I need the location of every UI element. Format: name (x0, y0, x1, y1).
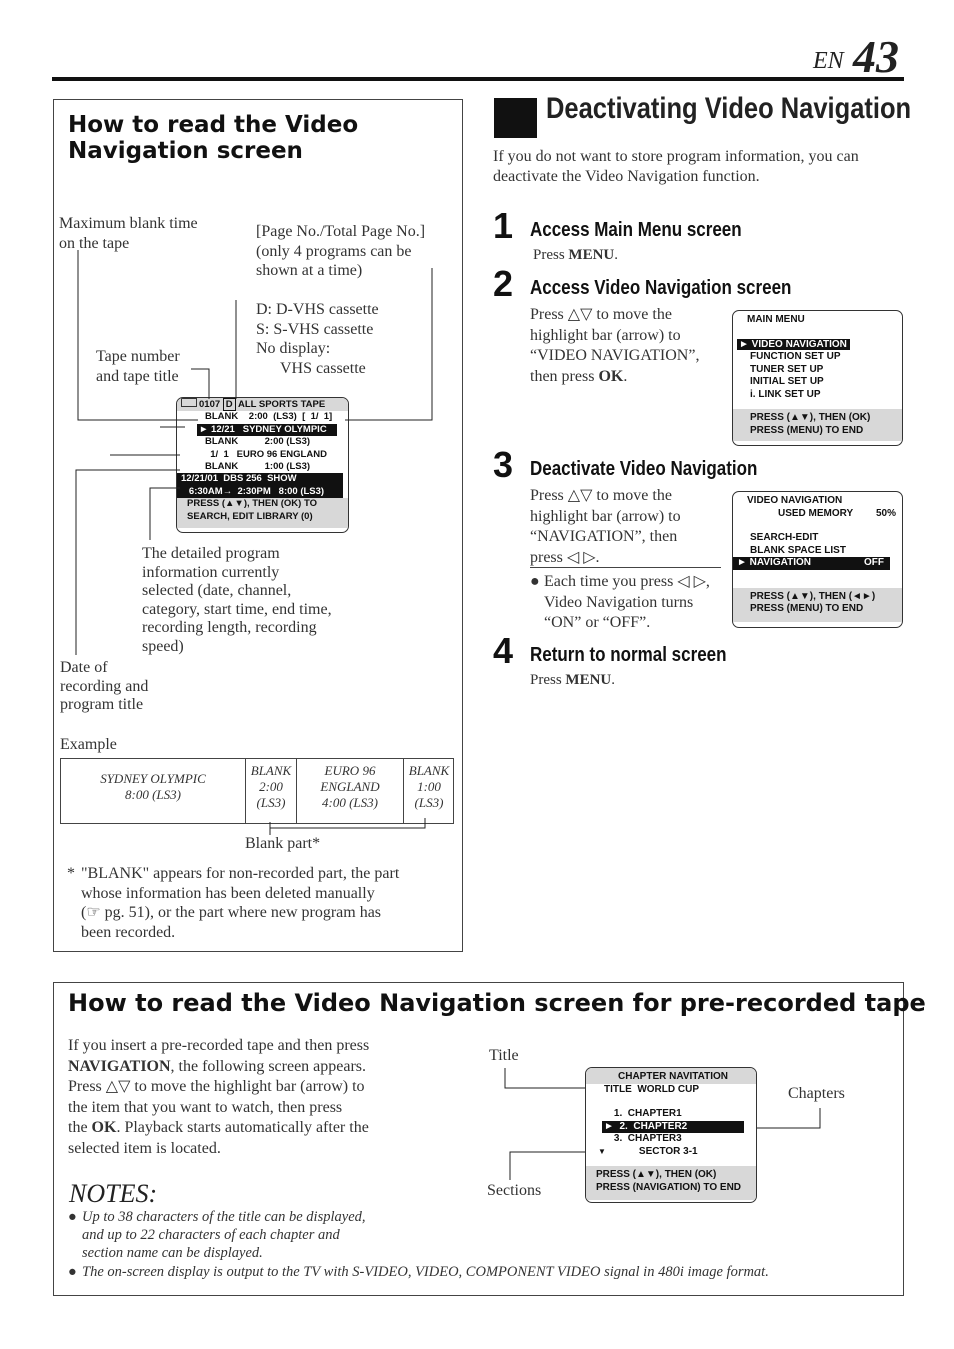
step-text: Press MENU. (533, 247, 618, 263)
section-marker (494, 98, 537, 138)
step-number: 2 (493, 263, 514, 304)
step-text: Press △▽ to move the highlight bar (arrow… (530, 487, 681, 566)
key-ok: OK (91, 1119, 117, 1137)
key-menu: MENU (565, 672, 612, 688)
osd-item: SEARCH-EDIT (750, 532, 819, 543)
used-memory-value: 50% (875, 507, 896, 519)
step-title: Return to normal screen (530, 644, 727, 666)
step-number: 4 (493, 630, 514, 671)
used-memory-label: USED MEMORY (778, 507, 854, 519)
osd-item: i. LINK SET UP (750, 388, 821, 400)
intro-line: If you do not want to store program info… (493, 148, 859, 165)
osd-chapter-row: 1. CHAPTER1 (600, 1108, 682, 1119)
osd-item: BLANK SPACE LIST (750, 544, 846, 556)
osd-footer-line: PRESS (MENU) TO END (750, 424, 864, 436)
video-navigation-osd: VIDEO NAVIGATION USED MEMORY 50% SEARCH-E… (732, 491, 903, 628)
key-ok: OK (598, 367, 624, 385)
chapter-navigation-osd: CHAPTER NAVITATION TITLE WORLD CUP 1. CH… (585, 1067, 757, 1203)
step-bullet: ● Each time you press ◁ ▷, Video Navigatio… (530, 573, 710, 631)
key-navigation: NAVIGATION (68, 1057, 171, 1075)
bottom-body: If you insert a pre-recorded tape and th… (68, 1037, 370, 1157)
osd-footer-line: PRESS (MENU) TO END (750, 603, 864, 614)
osd-section-row: ▼ SECTOR 3-1 (598, 1145, 698, 1157)
osd-title: MAIN MENU (747, 314, 805, 325)
label-chapters: Chapters (788, 1085, 845, 1102)
step-title: Access Main Menu screen (530, 219, 742, 241)
step-title: Deactivate Video Navigation (530, 458, 758, 480)
osd-title: VIDEO NAVIGATION (747, 495, 843, 506)
label-sections: Sections (487, 1182, 542, 1199)
down-arrow-icon: ▼ (598, 1146, 606, 1156)
osd-footer-line: PRESS (▲▼), THEN (OK) (750, 412, 871, 423)
osd-title: CHAPTER NAVITATION (586, 1068, 756, 1084)
osd-item-highlighted: ► VIDEO NAVIGATION (737, 338, 850, 350)
osd-chapter-row: 3. CHAPTER3 (600, 1133, 682, 1144)
step-number: 1 (493, 205, 514, 246)
intro: If you do not want to store program info… (493, 147, 859, 186)
navigation-value: OFF (864, 557, 884, 568)
osd-chapter-row-highlighted: ► 2. CHAPTER2 (602, 1120, 744, 1133)
note-item: ● Up to 38 characters of the title can be… (68, 1209, 366, 1262)
osd-item: TUNER SET UP (750, 363, 824, 375)
step-text: Press △▽ to move the highlight bar (arrow… (530, 306, 700, 385)
osd-footer-line: PRESS (NAVIGATION) TO END (596, 1181, 742, 1193)
osd-footer-line: PRESS (▲▼), THEN (◄►) (750, 590, 876, 602)
notes-title: NOTES: (69, 1179, 158, 1208)
step-text: Press MENU. (530, 672, 615, 688)
section-title: Deactivating Video Navigation (546, 92, 912, 125)
osd-item: FUNCTION SET UP (750, 351, 841, 362)
manual-page: { "header":{"lang":"EN","page_number":"4… (0, 0, 954, 1349)
step-number: 3 (493, 444, 514, 485)
osd-title-row: TITLE WORLD CUP (604, 1083, 699, 1095)
main-menu-osd: MAIN MENU ► VIDEO NAVIGATION FUNCTION SE… (732, 310, 903, 446)
bottom-panel-title: How to read the Video Navigation screen … (68, 989, 926, 1017)
label-title: Title (489, 1047, 519, 1064)
notes-list: ● Up to 38 characters of the title can be… (68, 1208, 769, 1281)
osd-item-highlighted: ► NAVIGATION OFF (733, 557, 890, 570)
intro-line: deactivate the Video Navigation function… (493, 167, 760, 185)
key-menu: MENU (568, 247, 615, 263)
osd-item: INITIAL SET UP (750, 376, 824, 387)
note-item: ● The on-screen display is output to the … (68, 1263, 769, 1280)
osd-footer-line: PRESS (▲▼), THEN (OK) (596, 1169, 717, 1180)
step-title: Access Video Navigation screen (530, 277, 792, 299)
